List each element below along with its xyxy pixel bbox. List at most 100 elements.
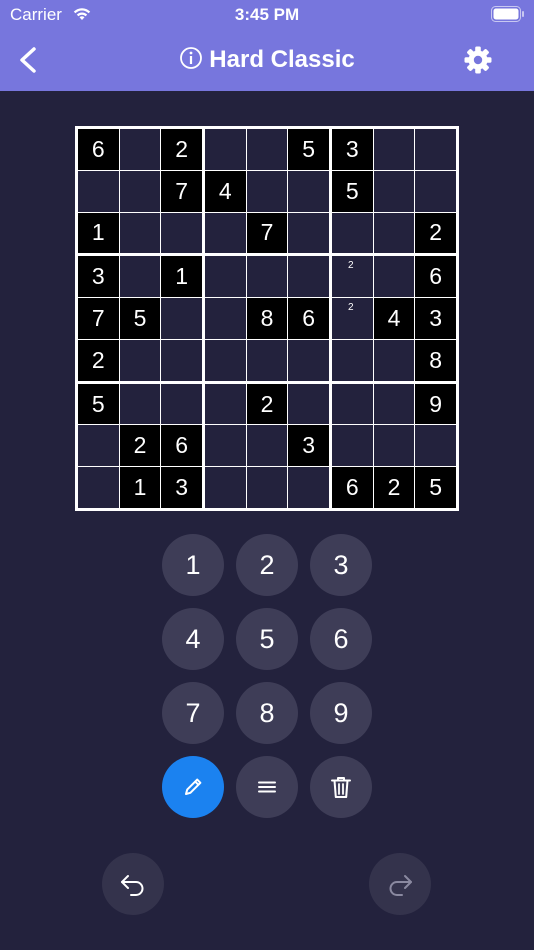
undo-button[interactable] <box>102 853 164 915</box>
sudoku-cell[interactable] <box>373 256 415 298</box>
sudoku-cell[interactable] <box>246 256 288 298</box>
sudoku-cell[interactable] <box>373 383 415 425</box>
sudoku-cell[interactable]: 5 <box>332 170 373 212</box>
sudoku-cell[interactable]: 2 <box>332 256 373 298</box>
sudoku-cell[interactable] <box>161 339 202 381</box>
sudoku-cell[interactable]: 5 <box>415 467 456 508</box>
sudoku-cell[interactable] <box>205 425 246 467</box>
sudoku-cell[interactable] <box>288 212 329 254</box>
sudoku-cell[interactable] <box>288 256 329 298</box>
sudoku-cell[interactable] <box>332 383 373 425</box>
sudoku-cell[interactable] <box>78 425 119 467</box>
sudoku-cell[interactable] <box>119 339 161 381</box>
sudoku-cell[interactable]: 2 <box>78 339 119 381</box>
number-key-4[interactable]: 4 <box>162 608 224 670</box>
sudoku-cell[interactable]: 3 <box>161 467 202 508</box>
sudoku-cell[interactable]: 8 <box>246 298 288 339</box>
sudoku-cell[interactable]: 3 <box>332 129 373 170</box>
sudoku-cell[interactable] <box>373 170 415 212</box>
sudoku-cell[interactable]: 6 <box>161 425 202 467</box>
sudoku-cell[interactable] <box>415 129 456 170</box>
title-button[interactable]: Hard Classic <box>0 46 534 74</box>
settings-button[interactable] <box>462 44 494 76</box>
cell-value: 7 <box>260 219 274 246</box>
sudoku-cell[interactable]: 1 <box>119 467 161 508</box>
sudoku-cell[interactable] <box>205 298 246 339</box>
number-key-1[interactable]: 1 <box>162 534 224 596</box>
sudoku-cell[interactable] <box>246 339 288 381</box>
sudoku-cell[interactable]: 8 <box>415 339 456 381</box>
sudoku-cell[interactable] <box>246 467 288 508</box>
sudoku-cell[interactable]: 2 <box>161 129 202 170</box>
sudoku-cell[interactable]: 7 <box>246 212 288 254</box>
sudoku-cell[interactable]: 5 <box>288 129 329 170</box>
sudoku-cell[interactable] <box>332 425 373 467</box>
number-key-6[interactable]: 6 <box>310 608 372 670</box>
sudoku-cell[interactable]: 7 <box>78 298 119 339</box>
pencil-button[interactable] <box>162 756 224 818</box>
sudoku-cell[interactable] <box>119 383 161 425</box>
sudoku-cell[interactable] <box>205 129 246 170</box>
sudoku-cell[interactable] <box>373 212 415 254</box>
sudoku-cell[interactable] <box>119 170 161 212</box>
sudoku-cell[interactable]: 5 <box>78 383 119 425</box>
sudoku-cell[interactable] <box>373 339 415 381</box>
sudoku-cell[interactable]: 1 <box>161 256 202 298</box>
cell-value: 2 <box>91 346 105 373</box>
sudoku-cell[interactable] <box>205 212 246 254</box>
sudoku-cell[interactable]: 2 <box>246 383 288 425</box>
sudoku-cell[interactable] <box>119 256 161 298</box>
sudoku-cell[interactable]: 7 <box>161 170 202 212</box>
sudoku-cell[interactable] <box>332 339 373 381</box>
sudoku-cell[interactable]: 3 <box>78 256 119 298</box>
sudoku-cell[interactable] <box>78 467 119 508</box>
sudoku-cell[interactable] <box>205 339 246 381</box>
sudoku-cell[interactable] <box>119 129 161 170</box>
number-key-7[interactable]: 7 <box>162 682 224 744</box>
sudoku-cell[interactable]: 2 <box>415 212 456 254</box>
sudoku-cell[interactable] <box>205 256 246 298</box>
number-key-2[interactable]: 2 <box>236 534 298 596</box>
sudoku-cell[interactable] <box>288 383 329 425</box>
sudoku-cell[interactable] <box>415 170 456 212</box>
number-key-8[interactable]: 8 <box>236 682 298 744</box>
sudoku-cell[interactable] <box>246 129 288 170</box>
erase-button[interactable] <box>310 756 372 818</box>
sudoku-cell[interactable] <box>119 212 161 254</box>
sudoku-cell[interactable] <box>246 425 288 467</box>
number-key-9[interactable]: 9 <box>310 682 372 744</box>
sudoku-cell[interactable] <box>288 170 329 212</box>
sudoku-cell[interactable]: 9 <box>415 383 456 425</box>
sudoku-cell[interactable] <box>288 339 329 381</box>
sudoku-cell[interactable]: 1 <box>78 212 119 254</box>
sudoku-cell[interactable]: 2 <box>119 425 161 467</box>
sudoku-cell[interactable] <box>161 212 202 254</box>
sudoku-cell[interactable]: 2 <box>332 298 373 339</box>
sudoku-cell[interactable] <box>415 425 456 467</box>
sudoku-cell[interactable] <box>246 170 288 212</box>
sudoku-cell[interactable] <box>288 467 329 508</box>
sudoku-cell[interactable] <box>205 467 246 508</box>
number-key-3[interactable]: 3 <box>310 534 372 596</box>
sudoku-cell[interactable] <box>161 383 202 425</box>
number-key-5[interactable]: 5 <box>236 608 298 670</box>
sudoku-cell[interactable]: 5 <box>119 298 161 339</box>
menu-button[interactable] <box>236 756 298 818</box>
sudoku-cell[interactable]: 6 <box>332 467 373 508</box>
sudoku-cell[interactable]: 6 <box>288 298 329 339</box>
sudoku-cell[interactable] <box>373 425 415 467</box>
sudoku-cell[interactable]: 3 <box>415 298 456 339</box>
sudoku-cell[interactable] <box>205 383 246 425</box>
sudoku-cell[interactable]: 6 <box>415 256 456 298</box>
cell-value: 1 <box>175 263 189 290</box>
sudoku-cell[interactable]: 6 <box>78 129 119 170</box>
redo-button[interactable] <box>369 853 431 915</box>
sudoku-cell[interactable] <box>332 212 373 254</box>
sudoku-cell[interactable] <box>373 129 415 170</box>
sudoku-cell[interactable]: 4 <box>205 170 246 212</box>
sudoku-cell[interactable] <box>78 170 119 212</box>
sudoku-cell[interactable]: 2 <box>373 467 415 508</box>
sudoku-cell[interactable] <box>161 298 202 339</box>
sudoku-cell[interactable]: 3 <box>288 425 329 467</box>
sudoku-cell[interactable]: 4 <box>373 298 415 339</box>
